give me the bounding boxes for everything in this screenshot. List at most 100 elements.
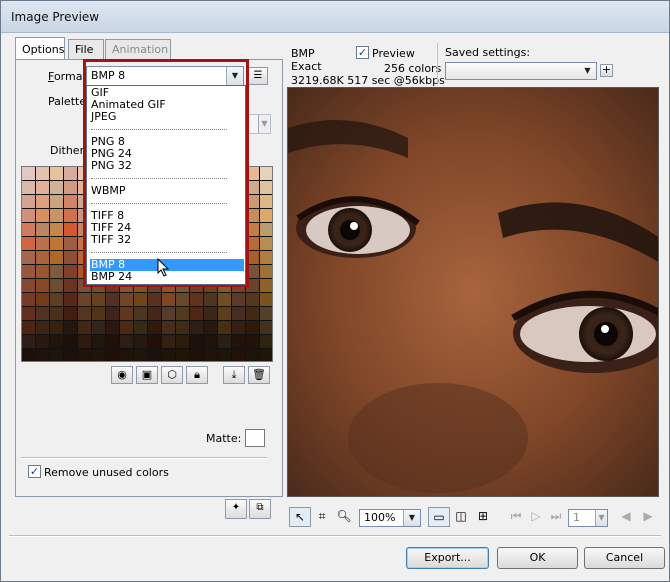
palette-swatch[interactable] (176, 335, 190, 349)
format-options-button[interactable]: ☰ (248, 67, 268, 85)
palette-swatch[interactable] (64, 335, 78, 349)
palette-swatch[interactable] (50, 237, 64, 251)
palette-swatch[interactable] (134, 335, 148, 349)
palette-swatch[interactable] (50, 195, 64, 209)
palette-swatch[interactable] (232, 307, 246, 321)
remove-unused-colors-checkbox[interactable]: ✓ (28, 465, 41, 478)
palette-swatch[interactable] (232, 349, 246, 361)
palette-swatch[interactable] (148, 335, 162, 349)
tab-file[interactable]: File (68, 39, 104, 61)
palette-swatch[interactable] (36, 251, 50, 265)
palette-swatch[interactable] (190, 293, 204, 307)
palette-swatch[interactable] (218, 335, 232, 349)
palette-swatch[interactable] (134, 321, 148, 335)
palette-swatch[interactable] (148, 349, 162, 361)
crop-tool-button[interactable]: ⌗ (311, 507, 333, 527)
palette-swatch[interactable] (260, 279, 272, 293)
palette-swatch[interactable] (64, 279, 78, 293)
palette-swatch[interactable] (260, 321, 272, 335)
palette-swatch[interactable] (162, 293, 176, 307)
palette-swatch[interactable] (78, 321, 92, 335)
palette-swatch[interactable] (134, 293, 148, 307)
palette-swatch[interactable] (176, 293, 190, 307)
palette-swatch[interactable] (260, 293, 272, 307)
palette-swatch[interactable] (246, 307, 260, 321)
palette-swatch[interactable] (22, 265, 36, 279)
palette-swatch[interactable] (50, 279, 64, 293)
two-up-view-button[interactable]: ◫ (450, 507, 472, 527)
palette-swatch[interactable] (176, 321, 190, 335)
palette-swatch[interactable] (190, 335, 204, 349)
palette-swatch[interactable] (22, 307, 36, 321)
palette-swatch[interactable] (36, 279, 50, 293)
palette-swatch[interactable] (246, 293, 260, 307)
palette-swatch[interactable] (246, 321, 260, 335)
palette-swatch[interactable] (64, 237, 78, 251)
palette-swatch[interactable] (50, 335, 64, 349)
zoom-tool-button[interactable]: 🔍︎ (333, 507, 355, 527)
palette-swatch[interactable] (64, 195, 78, 209)
palette-swatch[interactable] (204, 349, 218, 361)
palette-swatch[interactable] (64, 349, 78, 361)
palette-swatch[interactable] (36, 209, 50, 223)
pointer-tool-button[interactable]: ↖ (289, 507, 311, 527)
palette-swatch[interactable] (204, 293, 218, 307)
palette-swatch[interactable] (50, 307, 64, 321)
palette-swatch[interactable] (78, 307, 92, 321)
palette-swatch[interactable] (64, 321, 78, 335)
palette-swatch[interactable] (92, 307, 106, 321)
palette-swatch[interactable] (106, 321, 120, 335)
palette-swatch[interactable] (64, 223, 78, 237)
palette-swatch[interactable] (22, 251, 36, 265)
palette-swatch[interactable] (36, 237, 50, 251)
palette-swatch[interactable] (260, 335, 272, 349)
palette-swatch[interactable] (36, 321, 50, 335)
four-up-view-button[interactable]: ⊞ (472, 507, 494, 527)
matte-color-swatch[interactable] (245, 429, 265, 447)
palette-swatch[interactable] (246, 349, 260, 361)
palette-swatch[interactable] (36, 335, 50, 349)
palette-swatch[interactable] (22, 195, 36, 209)
palette-swatch[interactable] (36, 307, 50, 321)
palette-swatch[interactable] (50, 321, 64, 335)
palette-swatch[interactable] (22, 335, 36, 349)
palette-swatch[interactable] (162, 335, 176, 349)
saved-settings-select[interactable]: ▼ (445, 62, 597, 80)
palette-swatch[interactable] (64, 251, 78, 265)
palette-swatch[interactable] (190, 349, 204, 361)
zoom-select[interactable]: 100% ▼ (359, 509, 421, 527)
palette-swatch[interactable] (148, 293, 162, 307)
palette-swatch[interactable] (162, 321, 176, 335)
image-preview[interactable] (287, 87, 659, 497)
palette-swatch[interactable] (120, 335, 134, 349)
palette-swatch[interactable] (36, 293, 50, 307)
palette-swatch[interactable] (260, 349, 272, 361)
palette-swatch[interactable] (204, 335, 218, 349)
palette-swatch[interactable] (260, 307, 272, 321)
palette-swatch[interactable] (92, 321, 106, 335)
palette-swatch[interactable] (232, 335, 246, 349)
palette-swatch[interactable] (134, 307, 148, 321)
palette-swatch[interactable] (260, 195, 272, 209)
palette-swatch[interactable] (106, 307, 120, 321)
palette-swatch[interactable] (260, 209, 272, 223)
palette-swatch[interactable] (78, 335, 92, 349)
palette-swatch[interactable] (134, 349, 148, 361)
palette-swatch[interactable] (232, 321, 246, 335)
palette-swatch[interactable] (176, 349, 190, 361)
palette-swatch[interactable] (92, 335, 106, 349)
web-snap-button[interactable]: ⬡ (161, 366, 183, 384)
palette-swatch[interactable] (64, 307, 78, 321)
palette-swatch[interactable] (36, 181, 50, 195)
palette-swatch[interactable] (232, 293, 246, 307)
palette-swatch[interactable] (120, 293, 134, 307)
palette-swatch[interactable] (22, 209, 36, 223)
palette-swatch[interactable] (120, 321, 134, 335)
palette-swatch[interactable] (64, 265, 78, 279)
palette-swatch[interactable] (120, 307, 134, 321)
palette-swatch[interactable] (36, 265, 50, 279)
palette-swatch[interactable] (64, 209, 78, 223)
palette-swatch[interactable] (246, 335, 260, 349)
palette-swatch[interactable] (50, 265, 64, 279)
delete-color-button[interactable]: 🗑︎ (248, 366, 270, 384)
